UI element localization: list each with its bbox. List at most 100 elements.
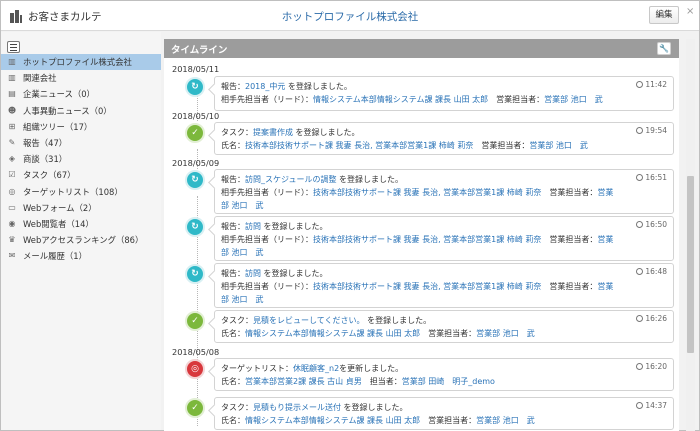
- clock-icon: [636, 268, 644, 275]
- sidebar-item-label: ホットプロファイル株式会社: [23, 57, 132, 67]
- app-window: お客さまカルテ ホットプロファイル株式会社 編集 × ▥ ホットプロファイル株式会…: [0, 0, 700, 431]
- header: お客さまカルテ ホットプロファイル株式会社 編集 ×: [1, 1, 699, 31]
- contact-label: 氏名：: [221, 329, 245, 338]
- entry-type-label: 報告：: [221, 269, 245, 278]
- entry-type-label: 報告：: [221, 222, 245, 231]
- entry-time-text: 16:48: [645, 267, 667, 276]
- contact-link[interactable]: 情報システム本部情報システム課 課長 山田 太郎: [245, 329, 420, 338]
- close-icon[interactable]: ×: [686, 6, 694, 17]
- entry-time-text: 16:51: [645, 173, 667, 182]
- task-icon: ✓: [185, 123, 205, 143]
- wrench-icon[interactable]: 🔧: [657, 42, 671, 55]
- sales-rep-link[interactable]: 営業部 田崎 明子_demo: [402, 377, 495, 386]
- entry-time: 16:50: [636, 220, 667, 229]
- timeline-header: タイムライン 🔧: [164, 39, 679, 58]
- entry-title-link[interactable]: 休眠顧客_n2: [293, 364, 339, 373]
- mail-icon: ✉: [8, 251, 16, 261]
- sidebar-item-personnel-news[interactable]: ☻ 人事異動ニュース（0）: [1, 103, 161, 119]
- entry-title-link[interactable]: 見積もり提示メール送付: [253, 403, 341, 412]
- company-title: ホットプロファイル株式会社: [281, 11, 419, 23]
- sidebar-item-company[interactable]: ▥ ホットプロファイル株式会社: [1, 54, 161, 71]
- entry-type-label: タスク：: [221, 403, 253, 412]
- entry-title-link[interactable]: 訪問_スケジュールの調整: [245, 175, 336, 184]
- sidebar-list: ▥ ホットプロファイル株式会社 ▥ 関連会社 ▤ 企業ニュース（0） ☻ 人事異動ニュー…: [1, 54, 161, 264]
- contact-label: 相手先担当者（リード）：: [221, 95, 313, 104]
- clock-icon: [636, 402, 644, 409]
- menu-toggle-icon[interactable]: [7, 41, 20, 53]
- clock-icon: [636, 221, 644, 228]
- building-icon: ▥: [8, 57, 16, 66]
- org-tree-icon: ⊞: [8, 121, 16, 131]
- sidebar-item-label: Webフォーム（2）: [23, 202, 97, 213]
- sidebar-item-web-ranking[interactable]: ♛ Webアクセスランキング（86）: [1, 232, 161, 248]
- people-icon: ☻: [7, 105, 17, 115]
- entry-action-text: を登録しました。: [364, 316, 432, 325]
- sidebar-item-mail-history[interactable]: ✉ メール履歴（1）: [1, 248, 161, 264]
- entry-title-link[interactable]: 2018_中元: [245, 82, 285, 91]
- clock-icon: [636, 174, 644, 181]
- sidebar-item-reports[interactable]: ✎ 報告（47）: [1, 135, 161, 151]
- contact-link[interactable]: 情報システム本部情報システム課 課長 山田 太郎: [313, 95, 488, 104]
- sidebar-item-related-companies[interactable]: ▥ 関連会社: [1, 70, 161, 86]
- sidebar-item-label: 商談（31）: [23, 154, 68, 165]
- entry-time-text: 16:20: [645, 362, 667, 371]
- sales-rep-label: 営業担当者：: [541, 188, 598, 197]
- check-icon: ☑: [8, 170, 16, 180]
- clock-icon: [636, 127, 644, 134]
- sales-rep-link[interactable]: 営業部 池口 武: [476, 329, 535, 338]
- sales-rep-link[interactable]: 営業部 池口 武: [544, 95, 603, 104]
- handshake-icon: ◈: [8, 154, 16, 164]
- contact-link[interactable]: 技術本部技術サポート課 我妻 長治, 営業本部営業1課 柿崎 莉奈: [313, 188, 541, 197]
- entry-type-label: タスク：: [221, 128, 253, 137]
- sidebar-item-label: Web閲覧者（14）: [23, 218, 94, 229]
- report-icon: ↻: [185, 217, 205, 237]
- target-icon: ◎: [8, 186, 16, 196]
- task-icon: ✓: [185, 398, 205, 418]
- sales-rep-label: 営業担当者：: [541, 235, 598, 244]
- contact-label: 氏名：: [221, 416, 245, 425]
- sidebar-item-web-forms[interactable]: ▭ Webフォーム（2）: [1, 200, 161, 216]
- entry-title-link[interactable]: 提案書作成: [253, 128, 293, 137]
- edit-button[interactable]: 編集: [649, 6, 679, 24]
- sidebar-item-target-list[interactable]: ◎ ターゲットリスト（108）: [1, 184, 161, 200]
- contact-link[interactable]: 技術本部技術サポート課 我妻 長治, 営業本部営業1課 柿崎 莉奈: [313, 235, 541, 244]
- sidebar-item-tasks[interactable]: ☑ タスク（67）: [1, 167, 161, 183]
- pencil-icon: ✎: [8, 137, 16, 147]
- clock-icon: [636, 363, 644, 370]
- entry-time: 19:54: [636, 126, 667, 135]
- sidebar-item-company-news[interactable]: ▤ 企業ニュース（0）: [1, 86, 161, 102]
- sidebar-item-web-visitors[interactable]: ◉ Web閲覧者（14）: [1, 216, 161, 232]
- contact-link[interactable]: 技術本部技術サポート課 我妻 長治, 営業本部営業1課 柿崎 莉奈: [245, 141, 473, 150]
- target-list-icon: ◎: [185, 359, 205, 379]
- sidebar-item-label: 組織ツリー（17）: [23, 121, 93, 132]
- entry-time: 14:37: [636, 401, 667, 410]
- timeline-panel: タイムライン 🔧 2018/05/11 2018/05/10 2018/05/0…: [164, 39, 679, 431]
- sales-rep-label: 営業担当者：: [420, 329, 477, 338]
- report-icon: ↻: [185, 264, 205, 284]
- contact-link[interactable]: 営業本部営業2課 課長 古山 貞男: [245, 377, 362, 386]
- sales-rep-label: 営業担当者：: [541, 282, 598, 291]
- entry-type-label: タスク：: [221, 316, 253, 325]
- sales-rep-label: 営業担当者：: [473, 141, 530, 150]
- sales-rep-link[interactable]: 営業部 池口 武: [476, 416, 535, 425]
- sidebar-item-deals[interactable]: ◈ 商談（31）: [1, 151, 161, 167]
- entry-time-text: 19:54: [645, 126, 667, 135]
- contact-link[interactable]: 情報システム本部情報システム課 課長 山田 太郎: [245, 416, 420, 425]
- sidebar-item-label: タスク（67）: [23, 170, 76, 181]
- sidebar-item-org-tree[interactable]: ⊞ 組織ツリー（17）: [1, 119, 161, 135]
- entry-action-text: を更新しました。: [339, 364, 404, 373]
- entry-time: 11:42: [636, 80, 667, 89]
- date-label: 2018/05/08: [172, 347, 220, 357]
- entry-title-link[interactable]: 訪問: [245, 269, 261, 278]
- sales-rep-link[interactable]: 営業部 池口 武: [529, 141, 588, 150]
- contact-link[interactable]: 技術本部技術サポート課 我妻 長治, 営業本部営業1課 柿崎 莉奈: [313, 282, 541, 291]
- entry-action-text: を登録しました。: [261, 269, 328, 278]
- entry-type-label: 報告：: [221, 82, 245, 91]
- entry-type-label: ターゲットリスト：: [221, 364, 293, 373]
- entry-title-link[interactable]: 訪問: [245, 222, 261, 231]
- scrollbar-thumb[interactable]: [687, 176, 694, 353]
- entry-time-text: 11:42: [645, 80, 667, 89]
- entry-action-text: を登録しました。: [341, 403, 408, 412]
- entry-title-link[interactable]: 見積をレビューしてください。: [253, 316, 365, 325]
- contact-label: 氏名：: [221, 141, 245, 150]
